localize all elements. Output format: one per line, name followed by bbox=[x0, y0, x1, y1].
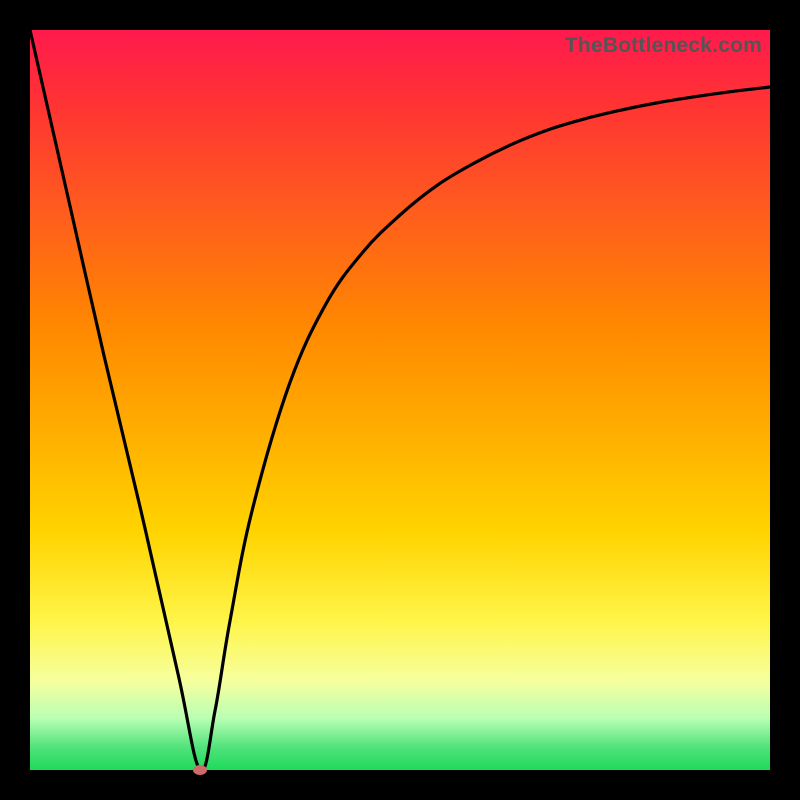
minimum-marker bbox=[193, 765, 207, 775]
plot-area: TheBottleneck.com bbox=[30, 30, 770, 770]
chart-frame: TheBottleneck.com bbox=[0, 0, 800, 800]
curve-path bbox=[30, 30, 770, 771]
bottleneck-curve bbox=[30, 30, 770, 770]
